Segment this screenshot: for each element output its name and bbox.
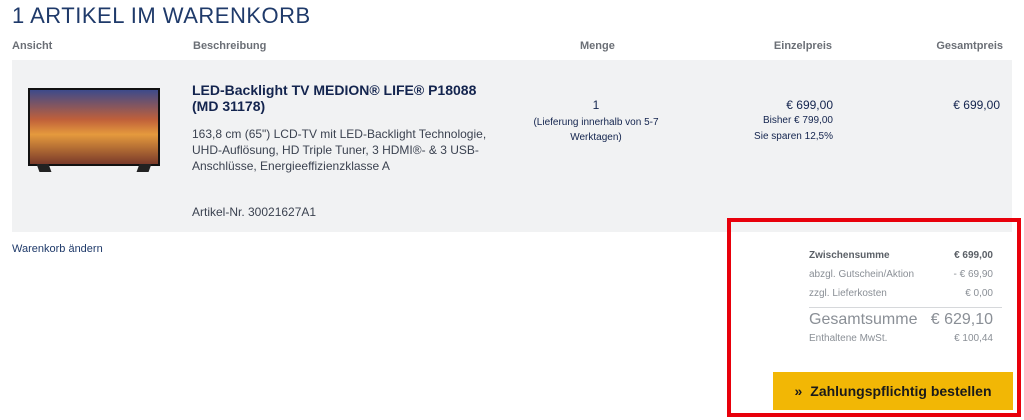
page-title: 1 ARTIKEL IM WARENKORB xyxy=(12,3,311,28)
article-number: Artikel-Nr. 30021627A1 xyxy=(192,205,317,219)
summary-divider xyxy=(809,307,1002,308)
product-name[interactable]: LED-Backlight TV MEDION® LIFE® P18088 (M… xyxy=(192,82,502,114)
unit-price: € 699,00 xyxy=(786,98,833,112)
previous-price: Bisher € 799,00 xyxy=(762,115,833,126)
place-order-button[interactable]: » Zahlungspflichtig bestellen xyxy=(773,372,1013,410)
vat-label: Enthaltene MwSt. xyxy=(809,333,888,344)
change-cart-link[interactable]: Warenkorb ändern xyxy=(12,243,103,255)
item-total-price: € 699,00 xyxy=(953,98,1000,112)
grand-total-label: Gesamtsumme xyxy=(809,311,918,328)
vat-row: Enthaltene MwSt. € 100,44 xyxy=(809,333,993,344)
double-chevron-right-icon: » xyxy=(794,383,803,399)
shipping-row: zzgl. Lieferkosten € 0,00 xyxy=(809,288,993,299)
product-image[interactable] xyxy=(28,88,160,174)
shipping-value: € 0,00 xyxy=(965,288,993,299)
savings-note: Sie sparen 12,5% xyxy=(754,131,833,142)
tv-screen-image xyxy=(28,88,160,166)
vat-value: € 100,44 xyxy=(954,333,993,344)
voucher-label: abzgl. Gutschein/Aktion xyxy=(809,269,915,280)
column-header-einzelpreis: Einzelpreis xyxy=(773,40,832,52)
voucher-row: abzgl. Gutschein/Aktion - € 69,90 xyxy=(809,269,993,280)
product-description: 163,8 cm (65") LCD-TV mit LED-Backlight … xyxy=(192,127,487,173)
quantity-value: 1 xyxy=(592,98,600,112)
column-header-ansicht: Ansicht xyxy=(12,40,53,52)
voucher-value: - € 69,90 xyxy=(953,269,993,280)
tv-stand-left xyxy=(36,164,52,172)
column-header-gesamtpreis: Gesamtpreis xyxy=(936,40,1003,52)
subtotal-row: Zwischensumme € 699,00 xyxy=(809,250,993,261)
tv-stand-right xyxy=(136,164,152,172)
subtotal-value: € 699,00 xyxy=(954,250,993,261)
shipping-label: zzgl. Lieferkosten xyxy=(809,288,887,299)
column-header-menge: Menge xyxy=(580,40,615,52)
cart-item-row: LED-Backlight TV MEDION® LIFE® P18088 (M… xyxy=(12,60,1012,232)
column-header-beschreibung: Beschreibung xyxy=(193,40,267,52)
grand-total-row: Gesamtsumme € 629,10 xyxy=(809,311,993,329)
delivery-note: (Lieferung innerhalb von 5-7 Werktagen) xyxy=(533,117,659,143)
grand-total-value: € 629,10 xyxy=(930,311,993,328)
subtotal-label: Zwischensumme xyxy=(809,250,890,261)
place-order-label: Zahlungspflichtig bestellen xyxy=(810,383,992,399)
